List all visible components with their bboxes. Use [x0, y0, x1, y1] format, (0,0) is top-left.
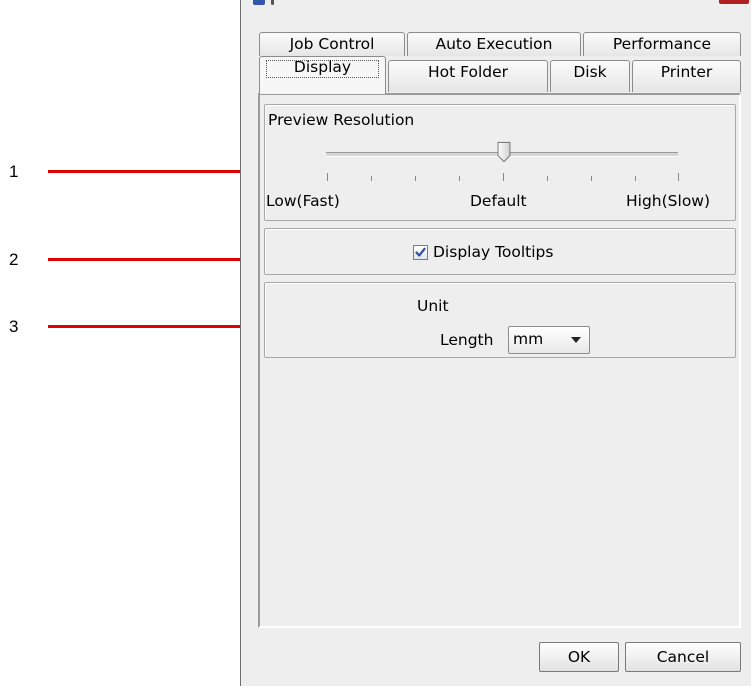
tab-display-label: Display — [293, 58, 352, 76]
callout-3-number: 3 — [9, 317, 19, 336]
unit-group-title: Unit — [417, 297, 449, 315]
slider-tick — [635, 176, 636, 181]
slider-tick — [415, 176, 416, 181]
slider-tick — [547, 176, 548, 181]
slider-tick — [459, 176, 460, 181]
tab-job-control[interactable]: Job Control — [259, 32, 405, 56]
callout-2-number: 2 — [9, 250, 19, 269]
tab-performance[interactable]: Performance — [583, 32, 741, 56]
preview-resolution-title: Preview Resolution — [268, 111, 415, 129]
tab-display[interactable]: Display — [259, 56, 386, 94]
checkmark-icon — [415, 247, 426, 257]
length-unit-select[interactable]: mm — [508, 326, 590, 354]
unit-group — [264, 282, 736, 358]
length-unit-value: mm — [513, 330, 544, 348]
app-logo-icon — [253, 0, 265, 5]
display-tooltips-checkbox[interactable] — [413, 245, 428, 260]
tab-hot-folder[interactable]: Hot Folder — [388, 60, 548, 92]
slider-tick — [503, 173, 504, 181]
slider-tick — [371, 176, 372, 181]
cancel-button[interactable]: Cancel — [625, 642, 741, 672]
callout-1-number: 1 — [9, 162, 19, 181]
preview-resolution-slider-thumb[interactable] — [496, 141, 512, 163]
ok-button[interactable]: OK — [539, 642, 619, 672]
slider-tick — [327, 173, 328, 181]
close-icon[interactable] — [719, 0, 749, 4]
chevron-down-icon — [571, 337, 581, 343]
tab-disk[interactable]: Disk — [550, 60, 630, 92]
slider-low-label: Low(Fast) — [266, 192, 340, 210]
slider-tick — [678, 173, 679, 181]
display-tooltips-label[interactable]: Display Tooltips — [433, 243, 553, 261]
title-bar-fragment — [241, 0, 751, 8]
length-label: Length — [440, 331, 494, 349]
title-text-fragment — [271, 0, 274, 5]
slider-tick — [591, 176, 592, 181]
tab-auto-execution[interactable]: Auto Execution — [407, 32, 581, 56]
slider-high-label: High(Slow) — [626, 192, 711, 210]
slider-default-label: Default — [470, 192, 527, 210]
tab-printer[interactable]: Printer — [632, 60, 741, 92]
